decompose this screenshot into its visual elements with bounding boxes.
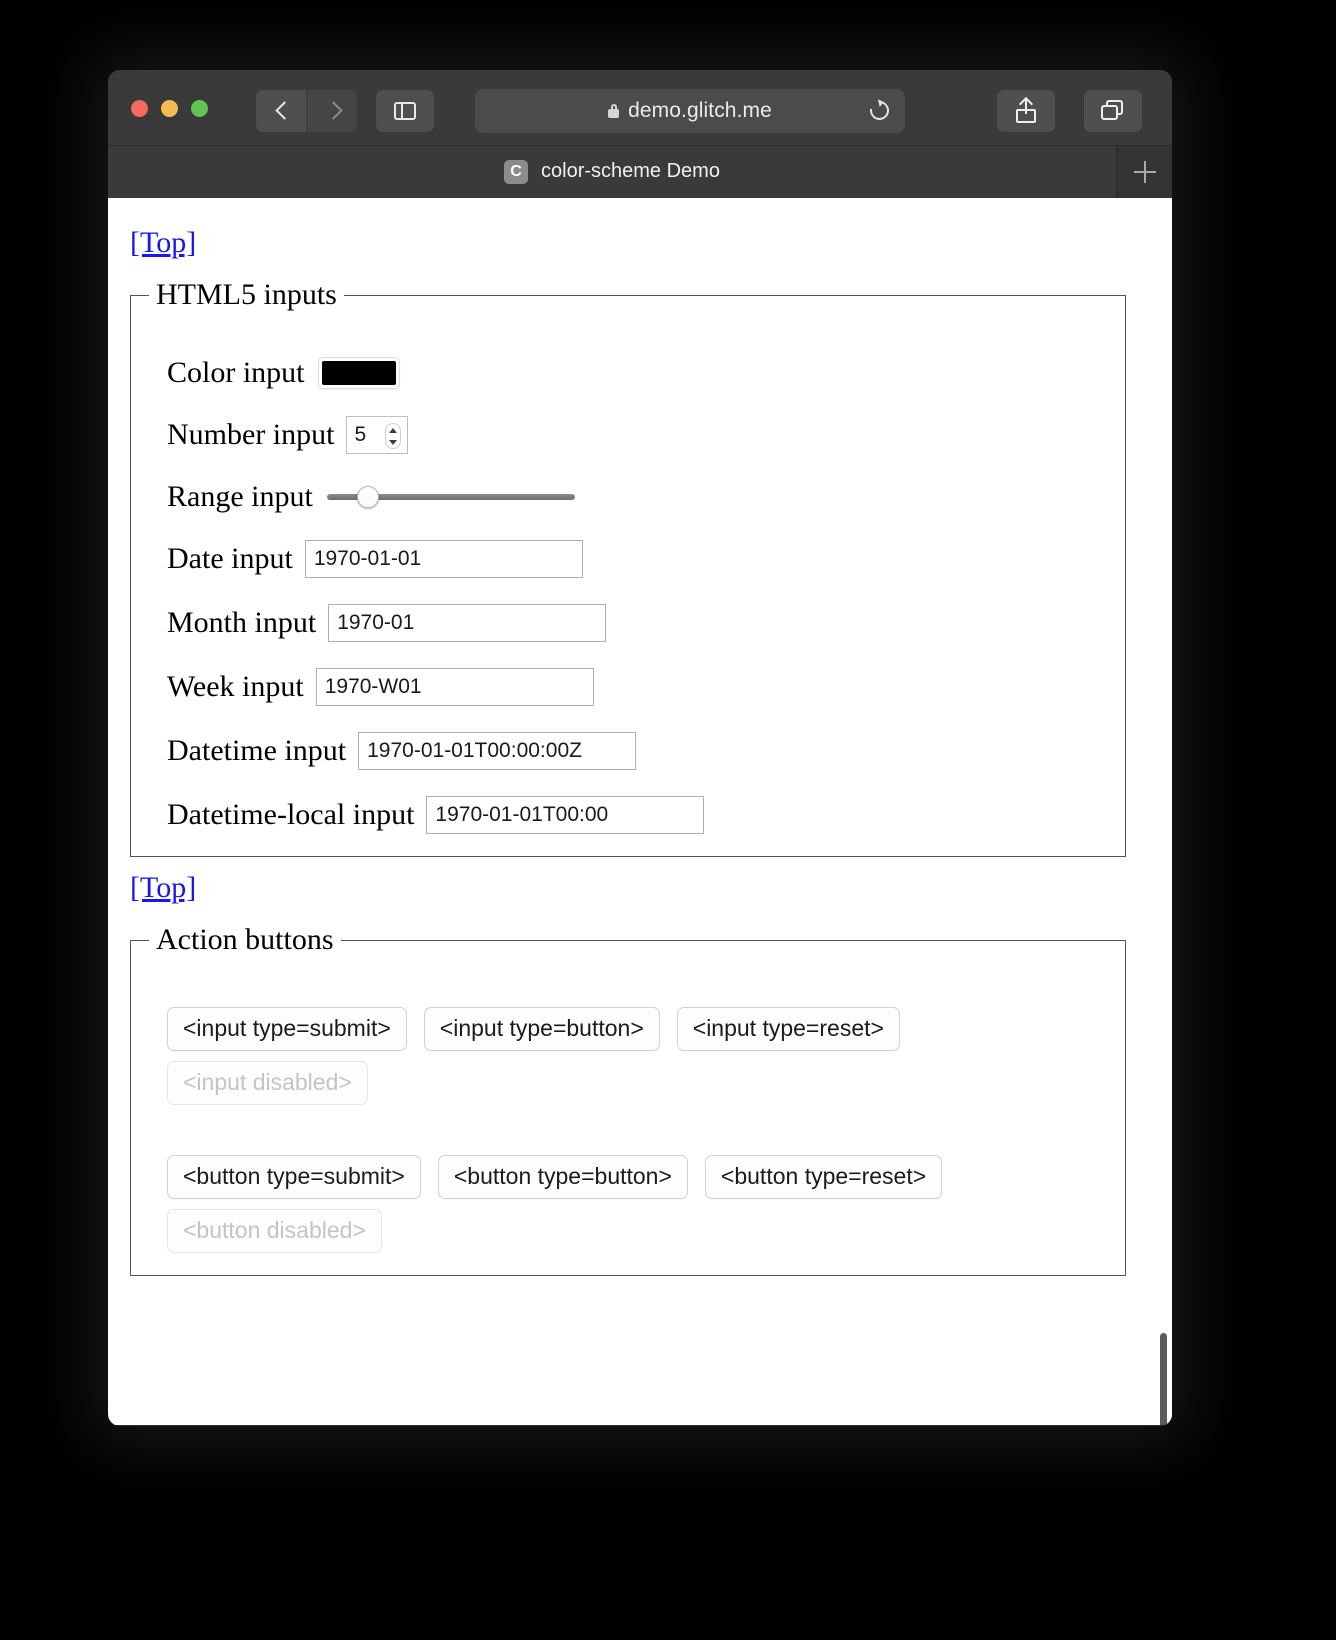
range-thumb[interactable] [356,486,379,508]
color-input[interactable] [317,357,400,389]
button-disabled-button: <button disabled> [167,1209,382,1253]
input-button-button[interactable]: <input type=button> [423,1007,660,1051]
scrollbar-track[interactable] [1150,198,1172,1425]
button-reset-button[interactable]: <button type=reset> [704,1155,943,1199]
lock-icon [608,104,620,118]
chevron-right-icon [327,101,338,121]
input-buttons-row: <input type=submit> <input type=button> … [167,1007,1107,1051]
new-tab-button[interactable] [1116,145,1172,198]
share-button[interactable] [997,90,1055,132]
back-button[interactable] [256,90,306,132]
show-all-tabs-button[interactable] [1084,90,1142,132]
input-disabled-button: <input disabled> [167,1061,368,1105]
close-window-button[interactable] [131,100,148,117]
button-submit-button[interactable]: <button type=submit> [167,1155,421,1199]
button-button-button[interactable]: <button type=button> [437,1155,688,1199]
maximize-window-button[interactable] [191,100,208,117]
html5-inputs-fieldset: HTML5 inputs Color input Number input 5 [130,278,1126,857]
range-input[interactable] [326,484,575,510]
number-stepper-icon[interactable] [385,423,402,449]
input-submit-button[interactable]: <input type=submit> [167,1007,407,1051]
action-buttons-legend: Action buttons [156,923,334,956]
web-page-content: [Top] HTML5 inputs Color input Number in… [108,198,1148,1276]
tab-color-scheme-demo[interactable]: C color-scheme Demo [108,145,1116,198]
field-row-number: Number input 5 [167,416,1107,454]
browser-toolbar: demo.glitch.me [108,70,1172,146]
month-input-label: Month input [167,606,317,639]
plus-icon [1133,160,1156,183]
date-input-label: Date input [167,542,293,575]
field-row-datetime-local: Datetime-local input 1970-01-01T00:00 [167,796,1107,834]
field-row-color: Color input [167,356,1107,390]
button-elements-row: <button type=submit> <button type=button… [167,1155,1107,1199]
minimize-window-button[interactable] [161,100,178,117]
color-input-label: Color input [167,356,305,389]
number-input-value: 5 [354,423,367,446]
field-row-week: Week input 1970-W01 [167,668,1107,706]
datetime-local-input[interactable]: 1970-01-01T00:00 [426,796,705,834]
datetime-input[interactable]: 1970-01-01T00:00:00Z [358,732,637,770]
input-reset-button[interactable]: <input type=reset> [676,1007,900,1051]
week-input[interactable]: 1970-W01 [315,668,594,706]
range-input-label: Range input [167,480,313,513]
input-disabled-row: <input disabled> [167,1061,1107,1105]
field-row-range: Range input [167,480,1107,514]
datetime-local-input-label: Datetime-local input [167,798,415,831]
field-row-month: Month input 1970-01 [167,604,1107,642]
top-anchor-link-1[interactable]: [Top] [130,226,196,260]
share-icon [1016,99,1036,123]
window-controls [131,100,208,117]
datetime-input-label: Datetime input [167,734,347,767]
html5-inputs-legend: HTML5 inputs [156,278,337,311]
button-disabled-row: <button disabled> [167,1209,1107,1253]
address-bar[interactable]: demo.glitch.me [475,89,905,133]
page-viewport: [Top] HTML5 inputs Color input Number in… [108,198,1172,1425]
month-input[interactable]: 1970-01 [328,604,607,642]
reload-icon[interactable] [866,97,893,124]
scrollbar-thumb[interactable] [1160,1333,1167,1425]
url-text: demo.glitch.me [628,99,772,122]
week-input-label: Week input [167,670,304,703]
top-anchor-link-2[interactable]: [Top] [130,871,196,905]
tab-title: color-scheme Demo [541,160,720,182]
date-input[interactable]: 1970-01-01 [304,540,583,578]
sidebar-toggle-button[interactable] [376,90,434,132]
field-row-datetime: Datetime input 1970-01-01T00:00:00Z [167,732,1107,770]
action-buttons-fieldset: Action buttons <input type=submit> <inpu… [130,923,1126,1276]
forward-button[interactable] [307,90,357,132]
screenshot-stage: demo.glitch.me C color-scheme Demo [Top]… [0,0,1336,1640]
field-row-date: Date input 1970-01-01 [167,540,1107,578]
number-input[interactable]: 5 [346,416,409,454]
safari-browser-window: demo.glitch.me C color-scheme Demo [Top]… [108,70,1172,1426]
sidebar-toggle-icon [394,102,416,120]
show-all-tabs-icon [1101,100,1125,122]
number-input-label: Number input [167,418,335,451]
tab-strip: C color-scheme Demo [108,145,1172,198]
chevron-left-icon [276,101,287,121]
favicon-icon: C [504,159,529,184]
